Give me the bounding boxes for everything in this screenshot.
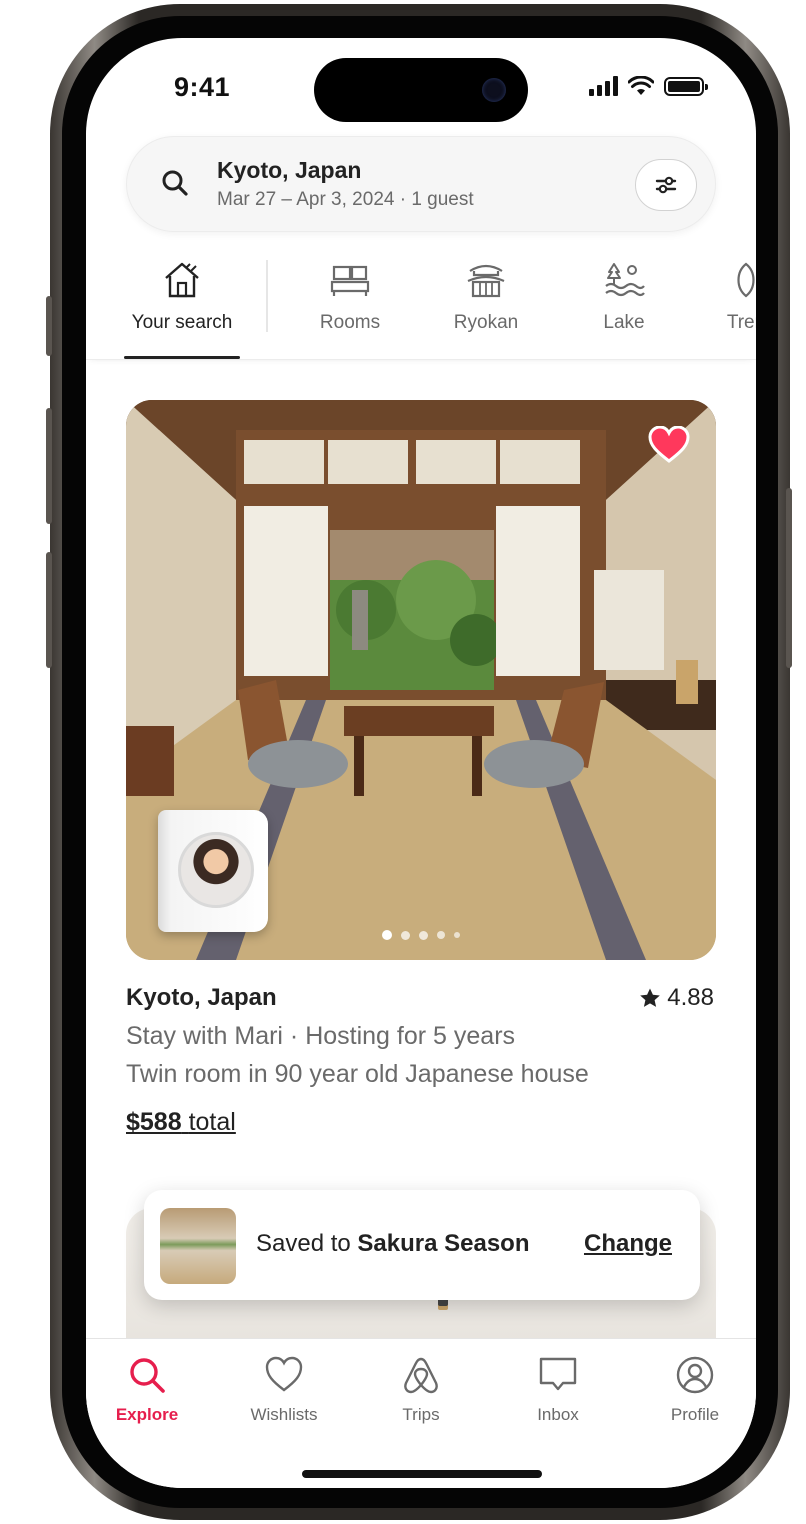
filter-button[interactable] [635, 159, 697, 211]
collection-name: Sakura Season [357, 1230, 530, 1257]
volume-down-button [46, 552, 52, 668]
collection-thumbnail [160, 1208, 236, 1284]
cellular-signal-icon [589, 76, 618, 96]
action-button [46, 296, 52, 356]
bottom-tab-bar: Explore Wishlists Trips Inbox Profile [86, 1338, 756, 1488]
page-dot [382, 930, 392, 940]
app-screen: 9:41 Kyoto, Japan Mar 27 – Apr 3, 2024 ·… [86, 38, 756, 1488]
trending-icon [737, 262, 755, 298]
category-label: Lake [603, 312, 645, 333]
category-trending[interactable]: Tren [706, 258, 756, 334]
page-dot [454, 932, 460, 938]
category-label: Rooms [319, 312, 381, 333]
power-button [786, 488, 792, 668]
front-camera [482, 78, 506, 102]
category-rooms[interactable]: Rooms [300, 258, 400, 334]
favorite-heart-icon[interactable] [648, 426, 690, 464]
dynamic-island [314, 58, 528, 122]
listing-price[interactable]: $588 total [126, 1108, 236, 1137]
message-icon [539, 1357, 577, 1391]
page-dot [419, 930, 428, 940]
price-amount: $588 [126, 1108, 182, 1136]
listing-photo[interactable] [126, 400, 716, 960]
listing-description: Twin room in 90 year old Japanese house [126, 1060, 589, 1088]
home-indicator[interactable] [302, 1470, 542, 1478]
volume-up-button [46, 408, 52, 524]
listing-title[interactable]: Kyoto, Japan [126, 984, 277, 1012]
tab-label: Inbox [537, 1405, 579, 1424]
category-ryokan[interactable]: Ryokan [436, 258, 536, 334]
category-label: Tren [726, 312, 756, 333]
change-collection-button[interactable]: Change [584, 1230, 672, 1258]
heart-icon [265, 1356, 303, 1392]
category-bar: Your search Rooms Ryokan Lake Tre [86, 254, 756, 360]
active-category-indicator [124, 356, 240, 359]
toast-prefix: Saved to [256, 1230, 351, 1257]
search-destination: Kyoto, Japan [217, 157, 362, 183]
profile-icon [676, 1356, 714, 1394]
house-icon [165, 262, 199, 298]
bed-icon [330, 265, 370, 296]
battery-icon [664, 77, 708, 96]
tab-wishlists[interactable]: Wishlists [229, 1355, 339, 1425]
star-icon [640, 988, 661, 1007]
tab-profile[interactable]: Profile [640, 1355, 750, 1425]
tab-label: Wishlists [250, 1405, 318, 1424]
airbnb-logo-icon [404, 1357, 438, 1394]
wifi-icon [628, 76, 654, 95]
category-lake[interactable]: Lake [574, 258, 674, 334]
host-info: Stay with Mari · Hosting for 5 years [126, 1022, 516, 1050]
category-label: Your search [131, 312, 233, 333]
page-dot [401, 930, 410, 940]
rating-value: 4.88 [667, 984, 714, 1011]
status-time: 9:41 [174, 72, 231, 102]
category-divider [266, 260, 268, 332]
host-avatar [178, 832, 254, 908]
search-icon [162, 170, 188, 196]
tab-explore[interactable]: Explore [92, 1355, 202, 1425]
price-suffix: total [188, 1108, 236, 1136]
tab-label: Trips [402, 1405, 440, 1424]
saved-toast: Saved to Sakura Season Change [144, 1190, 700, 1300]
tab-label: Explore [115, 1405, 179, 1424]
category-your-search[interactable]: Your search [124, 258, 240, 334]
host-badge[interactable] [158, 810, 268, 932]
lake-icon [605, 263, 645, 297]
tab-trips[interactable]: Trips [366, 1355, 476, 1425]
listing-rating: 4.88 [639, 984, 714, 1012]
toast-message: Saved to Sakura Season [256, 1230, 530, 1258]
search-bar[interactable]: Kyoto, Japan Mar 27 – Apr 3, 2024 · 1 gu… [126, 136, 716, 232]
tab-inbox[interactable]: Inbox [503, 1355, 613, 1425]
status-icons [589, 76, 708, 96]
page-dot [437, 931, 445, 939]
tab-label: Profile [670, 1405, 720, 1424]
photo-pagination [382, 930, 460, 940]
pagoda-icon [467, 264, 505, 298]
search-icon [130, 1358, 165, 1393]
filter-icon [655, 176, 677, 194]
search-dates-guests: Mar 27 – Apr 3, 2024 · 1 guest [217, 189, 474, 210]
category-label: Ryokan [453, 312, 519, 333]
